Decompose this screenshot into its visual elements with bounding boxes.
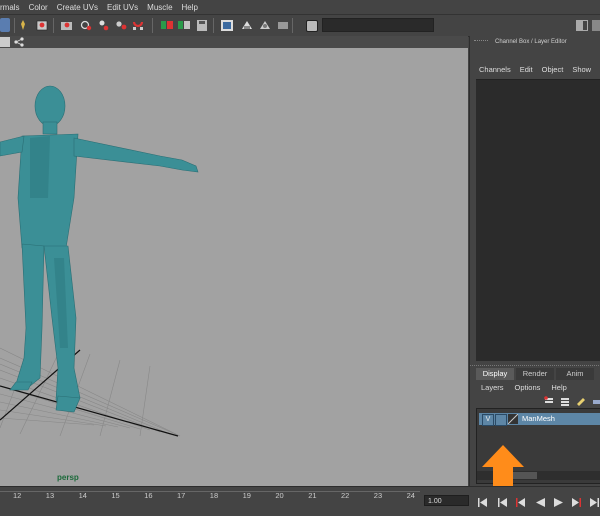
hypershade-icon[interactable] <box>220 18 234 32</box>
current-time-field[interactable]: 1.00 <box>424 495 469 506</box>
magnet-icon[interactable] <box>131 18 145 32</box>
timeline-tick-label: 13 <box>45 491 55 500</box>
play-backward-icon[interactable] <box>536 498 545 507</box>
go-to-start-icon[interactable] <box>478 498 487 507</box>
share-icon[interactable] <box>14 37 24 47</box>
lasso-icon[interactable] <box>19 18 27 32</box>
menu-channels[interactable]: Channels <box>479 65 511 77</box>
menu-options[interactable]: Options <box>515 382 541 394</box>
layer-type-toggle[interactable] <box>495 414 507 426</box>
timeline-tick-label: 17 <box>177 491 186 500</box>
layer-editor-menu: Layers Options Help <box>470 382 600 394</box>
timeline-tick-label: 18 <box>209 491 219 500</box>
render-icon[interactable] <box>160 18 174 32</box>
translate-icon[interactable] <box>60 18 74 32</box>
timeline-tick-label: 20 <box>275 491 284 500</box>
viewport-toolbar <box>0 36 468 48</box>
step-back-key-icon[interactable] <box>516 498 525 507</box>
snap-icon[interactable] <box>114 18 128 32</box>
help-icon[interactable] <box>0 18 10 32</box>
step-forward-key-icon[interactable] <box>572 498 581 507</box>
menu-normals[interactable]: rmals <box>0 3 20 12</box>
status-toolbar <box>0 14 600 37</box>
channel-box-title: Channel Box / Layer Editor <box>495 39 567 45</box>
channel-box: Channel Box / Layer Editor Channels Edit… <box>469 36 600 365</box>
channel-list[interactable] <box>476 79 600 361</box>
input-icon[interactable] <box>276 18 290 32</box>
panel-toggle-icon[interactable] <box>575 18 589 32</box>
menu-layers[interactable]: Layers <box>481 382 504 394</box>
tab-anim[interactable]: Anim <box>556 368 594 380</box>
timeline-tick-label: 21 <box>308 491 317 500</box>
timeline-tick-label: 23 <box>373 491 383 500</box>
tab-render[interactable]: Render <box>516 368 554 380</box>
man-mesh <box>0 85 199 413</box>
paint-layer-icon[interactable] <box>576 396 586 406</box>
timeline-tick-label: 16 <box>144 491 153 500</box>
film-icon[interactable] <box>240 18 254 32</box>
step-back-icon[interactable] <box>498 498 507 507</box>
menu-layer-help[interactable]: Help <box>551 382 566 394</box>
timeline-tick-label: 15 <box>111 491 120 500</box>
layer-visibility-toggle[interactable]: V <box>482 414 494 426</box>
panel-grip[interactable] <box>474 40 488 42</box>
time-slider[interactable]: 12 13 14 15 16 17 18 19 20 21 22 23 24 1.00 <box>0 486 600 516</box>
menu-bar: rmals Color Create UVs Edit UVs Muscle H… <box>0 0 600 14</box>
camera-label: persp <box>57 473 79 482</box>
scale-icon[interactable] <box>97 18 111 32</box>
channel-box-menu: Channels Edit Object Show <box>470 65 600 77</box>
panel-layout-icon[interactable] <box>0 37 10 47</box>
new-layer-selected-icon[interactable] <box>544 396 554 406</box>
render-settings-icon[interactable] <box>195 18 209 32</box>
layer-row-manmesh[interactable]: V ManMesh <box>479 413 600 426</box>
layer-color-swatch[interactable] <box>507 413 519 425</box>
layer-more-icon[interactable] <box>592 396 600 406</box>
new-layer-icon[interactable] <box>560 396 570 406</box>
rotate-icon[interactable] <box>79 18 93 32</box>
timeline-tick-label: 14 <box>78 491 87 500</box>
timeline-tick-label: 19 <box>242 491 251 500</box>
command-input[interactable] <box>322 18 434 32</box>
ipr-icon[interactable] <box>177 18 191 32</box>
play-forward-icon[interactable] <box>554 498 563 507</box>
timeline-tick-label: 24 <box>406 491 415 500</box>
menu-object[interactable]: Object <box>542 65 564 77</box>
menu-create-uvs[interactable]: Create UVs <box>57 3 98 12</box>
layer-name[interactable]: ManMesh <box>522 414 555 424</box>
perspective-viewport[interactable] <box>0 48 468 486</box>
menu-help[interactable]: Help <box>182 3 198 12</box>
panel-toggle-icon-2[interactable] <box>592 18 600 32</box>
menu-color[interactable]: Color <box>29 3 48 12</box>
menu-edit[interactable]: Edit <box>520 65 533 77</box>
timeline-tick-label: 12 <box>13 491 22 500</box>
tab-display[interactable]: Display <box>476 368 514 380</box>
step-forward-icon[interactable] <box>590 498 599 507</box>
menu-muscle[interactable]: Muscle <box>147 3 172 12</box>
menu-show[interactable]: Show <box>572 65 591 77</box>
select-icon[interactable] <box>35 18 49 32</box>
menu-edit-uvs[interactable]: Edit UVs <box>107 3 138 12</box>
input-field-icon[interactable] <box>306 20 318 32</box>
timeline-tick-label: 22 <box>341 491 350 500</box>
shading-icon[interactable] <box>258 18 272 32</box>
